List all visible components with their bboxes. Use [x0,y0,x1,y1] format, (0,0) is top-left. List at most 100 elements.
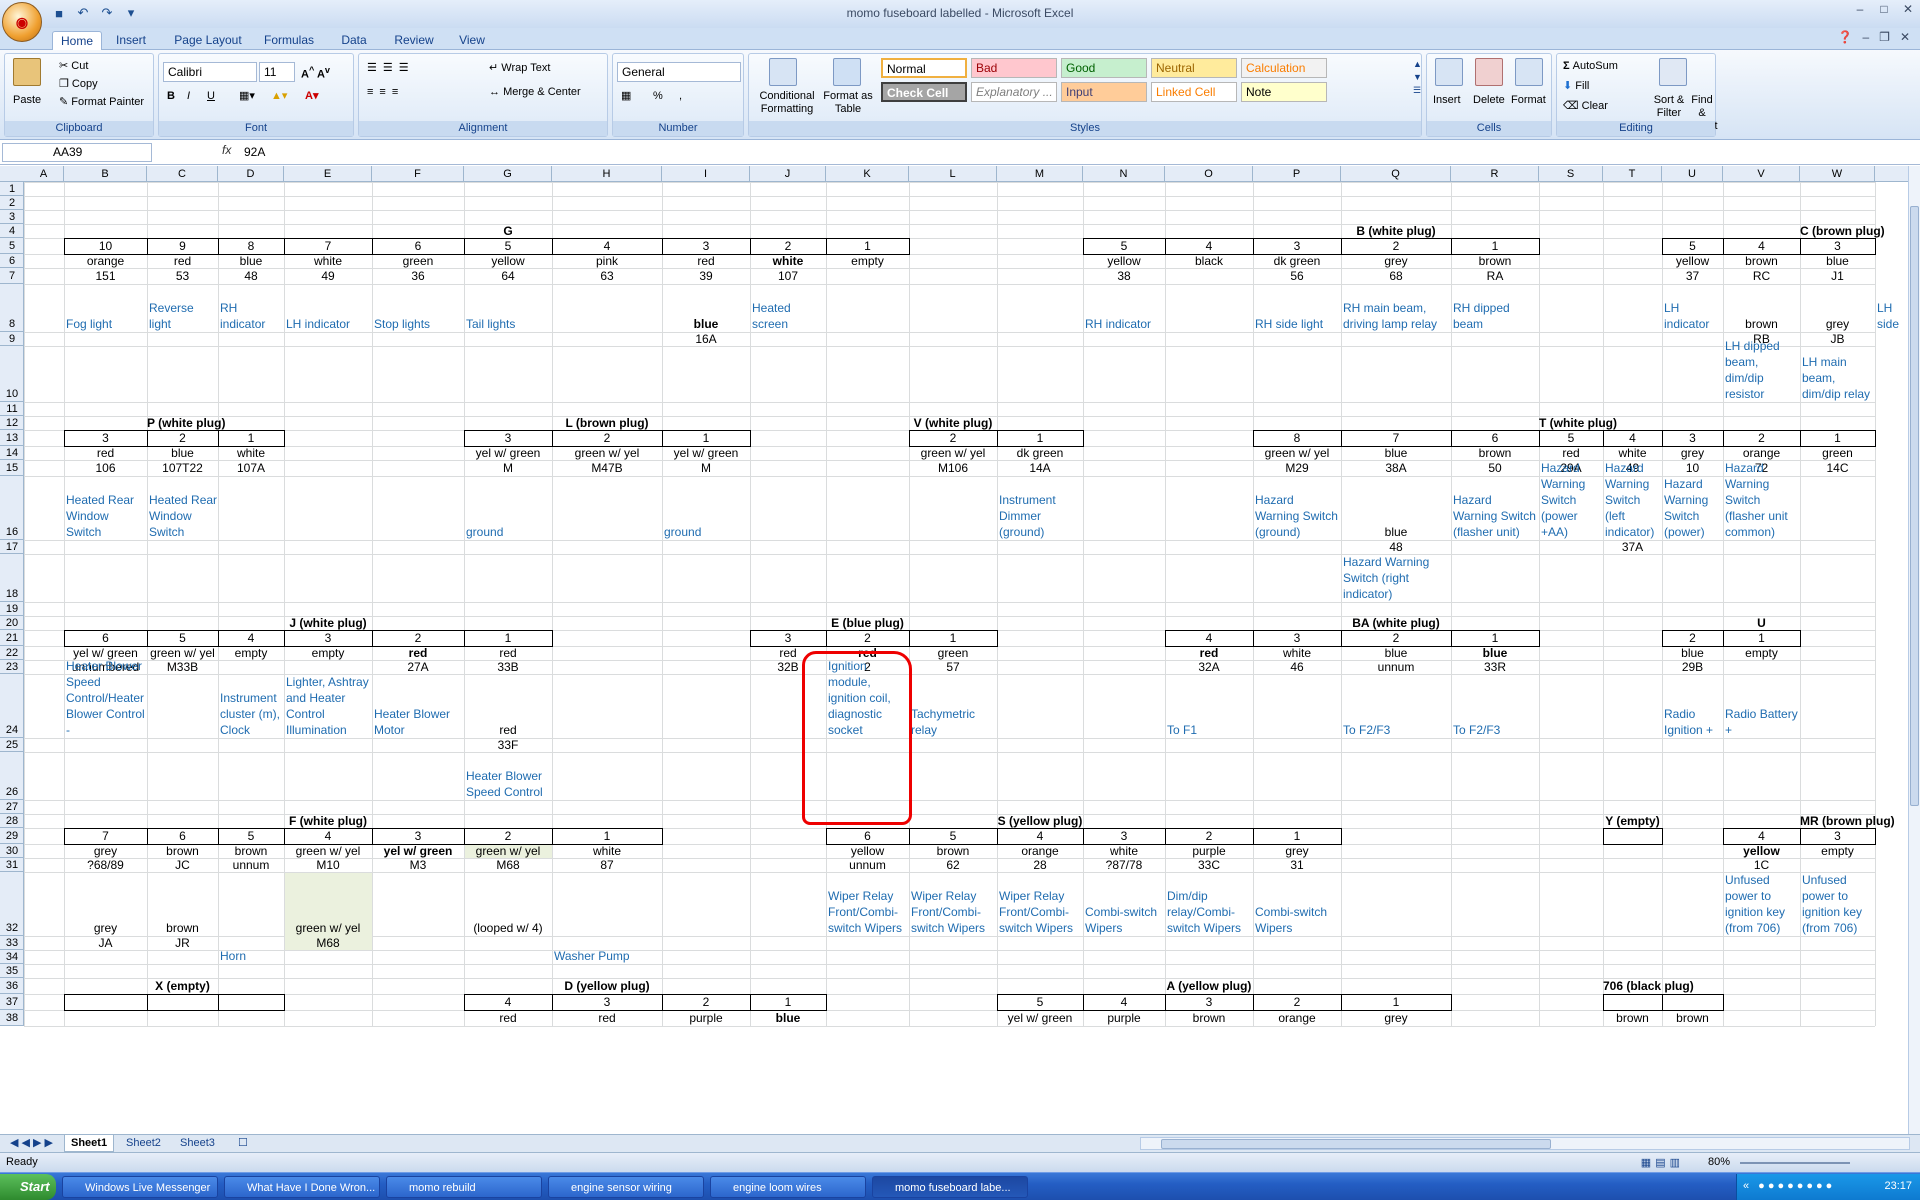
cell-value[interactable]: 8 [218,238,284,254]
cell-value[interactable]: green w/ yel [552,446,662,460]
cell-value[interactable]: orange [997,844,1083,858]
column-header-s[interactable]: S [1539,166,1603,182]
cell-note[interactable]: Hazard Warning Switch (power +AA) [1539,461,1603,540]
cell-value[interactable]: ?87/78 [1083,858,1165,872]
bold-button[interactable]: B [167,90,175,103]
cell-value[interactable]: 50 [1451,460,1539,476]
cell-style-explanatory[interactable]: Explanatory ... [971,82,1057,102]
taskbar-item[interactable]: engine sensor wiring [548,1176,704,1198]
cell-value[interactable]: M47B [552,460,662,476]
cell-value[interactable]: 4 [552,238,662,254]
cell-value[interactable]: 48 [218,268,284,284]
cell-value[interactable]: empty [826,254,909,268]
cell-value[interactable]: 2 [1341,238,1451,254]
cell-value[interactable]: 6 [147,828,218,844]
cell-value[interactable]: unnum [218,858,284,872]
cell-value[interactable]: green [1800,446,1875,460]
cell-value[interactable]: Y (empty) [1603,814,1662,828]
cell-value[interactable]: 1 [909,630,997,646]
cell-value[interactable]: JR [147,936,218,950]
cell-style-bad[interactable]: Bad [971,58,1057,78]
cell-value[interactable]: brown [1723,284,1800,332]
cell-value[interactable]: 38 [1083,268,1165,284]
cell-value[interactable]: green w/ yel [284,872,372,936]
cell-value[interactable]: grey [1341,1010,1451,1026]
cell-value[interactable]: 49 [284,268,372,284]
cell-value[interactable]: 107A [218,460,284,476]
cell-value[interactable]: 87 [552,858,662,872]
cell-value[interactable]: 2 [662,994,750,1010]
cell-value[interactable]: dk green [997,446,1083,460]
cell-value[interactable]: 33B [464,660,552,674]
cell-value[interactable]: white [1083,844,1165,858]
cell-value[interactable]: 33F [464,738,552,752]
row-header-19[interactable]: 19 [0,602,24,616]
save-icon[interactable]: ■ [50,4,68,22]
cell-value[interactable]: blue [1451,646,1539,660]
row-header-23[interactable]: 23 [0,660,24,674]
cell-value[interactable]: green w/ yel [464,844,552,858]
page-break-view-icon[interactable]: ▥ [1670,1156,1680,1169]
cell-value[interactable]: 3 [1662,430,1723,446]
cell-note[interactable]: Instrument Dimmer (ground) [997,476,1083,540]
column-header-q[interactable]: Q [1341,166,1451,182]
taskbar-item[interactable]: engine loom wires [710,1176,866,1198]
insert-sheet-icon[interactable]: ☐ [232,1135,254,1152]
cell-value[interactable]: M [662,460,750,476]
taskbar-item[interactable]: momo rebuild [386,1176,542,1198]
row-header-8[interactable]: 8 [0,284,24,332]
cell-value[interactable]: purple [662,1010,750,1026]
insert-button[interactable]: Insert [1433,94,1461,107]
cell-value[interactable]: 28 [997,858,1083,872]
row-header-31[interactable]: 31 [0,858,24,872]
cell-value[interactable]: 1 [1451,630,1539,646]
cell-value[interactable]: red [147,254,218,268]
cell-value[interactable]: brown [1451,254,1539,268]
grow-font-icon[interactable]: A^ Av [301,64,330,82]
tab-review[interactable]: Review [388,31,440,50]
cell-value[interactable]: 53 [147,268,218,284]
cell-value[interactable]: S (yellow plug) [997,814,1083,828]
close-icon[interactable]: ✕ [1900,2,1916,16]
row-header-10[interactable]: 10 [0,346,24,402]
column-header-t[interactable]: T [1603,166,1662,182]
cell-value[interactable]: green w/ yel [1253,446,1341,460]
row-header-4[interactable]: 4 [0,224,24,238]
cell-value[interactable]: 2 [826,630,909,646]
row-header-20[interactable]: 20 [0,616,24,630]
cell-note[interactable]: Radio Ignition + [1662,674,1723,738]
cell-value[interactable]: 5 [218,828,284,844]
cell-note[interactable]: Combi-switch Wipers [1083,872,1165,936]
copy-button[interactable]: ❐ Copy [59,78,98,91]
cell-value[interactable]: red [552,1010,662,1026]
cell-value[interactable]: blue [1341,646,1451,660]
column-header-i[interactable]: I [662,166,750,182]
cell-value[interactable]: 2 [1723,430,1800,446]
cell-note[interactable]: RH main beam, driving lamp relay [1341,284,1451,332]
cell-value[interactable]: purple [1165,844,1253,858]
cell-note[interactable]: Radio Battery + [1723,674,1800,738]
minimize-icon[interactable]: – [1852,2,1868,16]
cell-value[interactable]: (looped w/ 4) [464,872,552,936]
cell-note[interactable]: To F2/F3 [1451,674,1539,738]
row-header-13[interactable]: 13 [0,430,24,446]
cell-value[interactable]: red [464,1010,552,1026]
cell-value[interactable]: red [372,646,464,660]
cell-value[interactable]: G [464,224,552,238]
cell-note[interactable]: Heater Blower Speed Control/Heater Blowe… [64,659,147,738]
cell-note[interactable]: LH indicator [284,284,372,332]
cell-value[interactable]: brown [909,844,997,858]
cell-value[interactable]: 5 [909,828,997,844]
restore-icon[interactable]: ❐ [1879,30,1890,44]
cell-value[interactable]: yel w/ green [662,446,750,460]
cell-value[interactable]: 1 [1451,238,1539,254]
paste-icon[interactable] [13,58,41,86]
cell-value[interactable]: 1 [1253,828,1341,844]
column-header-v[interactable]: V [1723,166,1800,182]
cell-value[interactable]: 10 [64,238,147,254]
cell-value[interactable]: 3 [372,828,464,844]
cell-style-input[interactable]: Input [1061,82,1147,102]
cell-value[interactable]: orange [1253,1010,1341,1026]
number-format-select[interactable]: General [617,62,741,82]
row-header-11[interactable]: 11 [0,402,24,416]
